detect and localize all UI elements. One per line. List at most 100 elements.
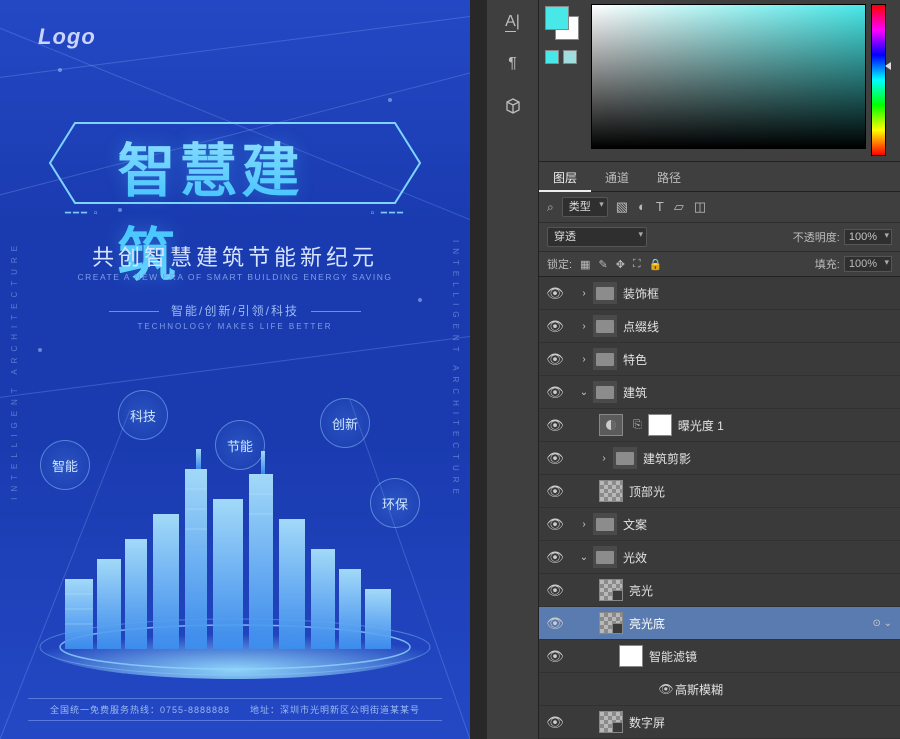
layer-row[interactable]: 👁 › 文案 <box>539 508 900 541</box>
layer-name[interactable]: 曝光度 1 <box>678 417 724 434</box>
opacity-input[interactable]: 100% <box>844 229 892 245</box>
visibility-toggle[interactable]: 👁 <box>543 714 567 731</box>
tab-layers[interactable]: 图层 <box>539 162 591 192</box>
visibility-toggle[interactable]: 👁 <box>543 417 567 434</box>
blend-mode-dropdown[interactable]: 穿透 <box>547 227 647 247</box>
smart-object-thumb[interactable] <box>599 612 623 634</box>
filter-mask-thumb[interactable] <box>619 645 643 667</box>
visibility-toggle[interactable]: 👁 <box>543 450 567 467</box>
layers-panel: 图层 通道 路径 ⌕ 类型 ▧ ◐ T ▱ ◫ 穿透 不透明度: <box>539 162 900 739</box>
layers-filter-bar: ⌕ 类型 ▧ ◐ T ▱ ◫ <box>539 192 900 223</box>
filter-shape-icon[interactable]: ▱ <box>674 199 684 215</box>
fx-badge[interactable]: ⊙ ⌄ <box>872 618 892 629</box>
layer-row[interactable]: 👁 智能滤镜 <box>539 640 900 673</box>
layer-row[interactable]: 👁 › 建筑剪影 <box>539 442 900 475</box>
tab-paths[interactable]: 路径 <box>643 162 695 191</box>
mask-thumb[interactable] <box>648 414 672 436</box>
layer-name[interactable]: 特色 <box>623 351 647 368</box>
layer-row[interactable]: 👁 亮光底 ⊙ ⌄ <box>539 607 900 640</box>
layer-row[interactable]: 👁 ⌄ 建筑 <box>539 376 900 409</box>
fill-input[interactable]: 100% <box>844 256 892 272</box>
visibility-toggle[interactable]: 👁 <box>543 648 567 665</box>
filter-adjust-icon[interactable]: ◐ <box>638 199 646 215</box>
twisty-icon[interactable]: › <box>577 288 591 299</box>
visibility-toggle[interactable]: 👁 <box>543 549 567 566</box>
layer-name[interactable]: 点缀线 <box>623 318 659 335</box>
visibility-toggle[interactable]: 👁 <box>543 483 567 500</box>
visibility-toggle[interactable]: 👁 <box>543 384 567 401</box>
visibility-toggle[interactable]: 👁 <box>543 516 567 533</box>
poster-city-artwork <box>25 419 445 679</box>
layer-name[interactable]: 建筑剪影 <box>643 450 691 467</box>
layer-row[interactable]: 👁 顶部光 <box>539 475 900 508</box>
smart-object-thumb[interactable] <box>599 711 623 733</box>
poster-slogan: 智能/创新/引领/科技 <box>0 302 470 319</box>
twisty-icon[interactable]: ⌄ <box>577 552 591 563</box>
poster-document[interactable]: Logo 智慧建筑 ━━━ ▫▫ ━━━ 共创智慧建筑节能新纪元 CREATE … <box>0 0 470 739</box>
layer-name[interactable]: 光效 <box>623 549 647 566</box>
character-panel-icon[interactable]: A| <box>497 8 529 36</box>
hue-strip[interactable] <box>871 4 886 156</box>
filter-type-dropdown[interactable]: 类型 <box>562 197 608 217</box>
color-field[interactable] <box>591 4 866 149</box>
poster-slogan-en: TECHNOLOGY MAKES LIFE BETTER <box>0 322 470 331</box>
layer-name[interactable]: 亮光底 <box>629 615 665 632</box>
visibility-toggle[interactable]: 👁 <box>543 285 567 302</box>
tab-channels[interactable]: 通道 <box>591 162 643 191</box>
layer-name[interactable]: 智能滤镜 <box>649 648 697 665</box>
foreground-swatch[interactable] <box>545 6 569 30</box>
canvas-area: Logo 智慧建筑 ━━━ ▫▫ ━━━ 共创智慧建筑节能新纪元 CREATE … <box>0 0 487 739</box>
layer-row[interactable]: 👁 ⎘ 曝光度 1 <box>539 409 900 442</box>
layer-name[interactable]: 文案 <box>623 516 647 533</box>
layer-thumb[interactable] <box>599 480 623 502</box>
tiny-swatch[interactable] <box>563 50 577 64</box>
visibility-toggle[interactable]: 👁 <box>543 582 567 599</box>
layer-name[interactable]: 高斯模糊 <box>675 681 723 698</box>
filter-pixel-icon[interactable]: ▧ <box>616 199 628 215</box>
lock-artboard-icon[interactable]: ⛶ <box>633 258 641 271</box>
layer-name[interactable]: 数字屏 <box>629 714 665 731</box>
lock-brush-icon[interactable]: ✎ <box>598 258 607 271</box>
layer-row[interactable]: 👁 › 特色 <box>539 343 900 376</box>
twisty-icon[interactable]: › <box>577 519 591 530</box>
search-icon[interactable]: ⌕ <box>547 200 554 215</box>
layer-row[interactable]: 👁 亮光 <box>539 574 900 607</box>
smart-object-thumb[interactable] <box>599 579 623 601</box>
layer-tree[interactable]: 👁›装饰框👁›点缀线👁›特色👁⌄建筑👁⎘曝光度 1👁›建筑剪影👁顶部光👁›文案👁… <box>539 277 900 739</box>
twisty-icon[interactable]: › <box>597 453 611 464</box>
layer-name[interactable]: 顶部光 <box>629 483 665 500</box>
folder-icon <box>613 447 637 469</box>
visibility-toggle[interactable]: 👁 <box>543 615 567 632</box>
lock-all-icon[interactable]: 🔒 <box>649 258 663 271</box>
layer-row[interactable]: 👁 ⌄ 光效 <box>539 541 900 574</box>
twisty-icon[interactable]: › <box>577 321 591 332</box>
hue-indicator[interactable] <box>885 62 891 70</box>
visibility-toggle[interactable]: 👁 <box>543 351 567 368</box>
adjustment-thumb[interactable] <box>599 414 623 436</box>
lock-transparency-icon[interactable]: ▦ <box>580 258 590 271</box>
3d-panel-icon[interactable] <box>497 92 529 120</box>
layer-name[interactable]: 装饰框 <box>623 285 659 302</box>
folder-icon <box>593 348 617 370</box>
twisty-icon[interactable]: ⌄ <box>577 387 591 398</box>
layer-row[interactable]: 👁高斯模糊 <box>539 673 900 706</box>
layer-name[interactable]: 建筑 <box>623 384 647 401</box>
filter-type-icon[interactable]: T <box>656 199 664 215</box>
filter-visibility-icon[interactable]: 👁 <box>657 682 675 696</box>
paragraph-panel-icon[interactable]: ¶ <box>497 50 529 78</box>
lock-position-icon[interactable]: ✥ <box>616 258 625 271</box>
tiny-swatch[interactable] <box>545 50 559 64</box>
twisty-icon[interactable]: › <box>577 354 591 365</box>
color-swatches <box>539 0 587 161</box>
layer-name[interactable]: 亮光 <box>629 582 653 599</box>
filter-smart-icon[interactable]: ◫ <box>694 199 706 215</box>
layer-row[interactable]: 👁 › 点缀线 <box>539 310 900 343</box>
layer-row[interactable]: 👁 › 装饰框 <box>539 277 900 310</box>
fg-bg-swatch[interactable] <box>545 6 581 42</box>
right-panel-area: A| ¶ 图层 通道 路径 <box>487 0 900 739</box>
layer-row[interactable]: 👁 数字屏 <box>539 706 900 739</box>
link-icon[interactable]: ⎘ <box>633 419 642 432</box>
folder-icon <box>593 546 617 568</box>
blend-opacity-row: 穿透 不透明度: 100% <box>539 223 900 252</box>
visibility-toggle[interactable]: 👁 <box>543 318 567 335</box>
